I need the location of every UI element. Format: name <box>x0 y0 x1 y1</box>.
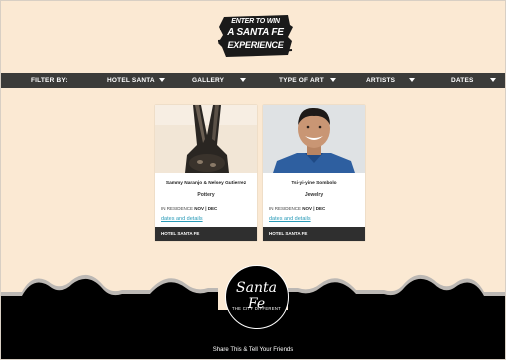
art-category: Jewelry <box>304 192 324 198</box>
logo-tagline: THE CITY DIFFERENT <box>231 306 282 311</box>
residence-dates: NOV | DEC <box>302 206 326 211</box>
promo-line-1: ENTER TO WIN <box>231 18 280 25</box>
filter-gallery-dropdown[interactable]: GALLERY <box>192 73 247 88</box>
filter-hotel-label: HOTEL SANTA <box>107 77 155 84</box>
filter-by-label: FILTER BY: <box>31 77 68 84</box>
portrait-image-icon <box>263 105 365 173</box>
artist-photo-jewelry[interactable] <box>263 105 365 173</box>
promo-line-2: A SANTA FE <box>227 27 284 38</box>
promo-line-3: EXPERIENCE <box>227 40 284 50</box>
share-link[interactable]: Share This & Tell Your Friends <box>0 347 506 353</box>
filter-hotel-dropdown[interactable]: HOTEL SANTA <box>107 73 165 88</box>
artist-card[interactable]: Tsi-yi-yine Sombolo Jewelry IN RESIDENCE… <box>263 105 365 241</box>
artist-name: Tsi-yi-yine Sombolo <box>291 181 337 186</box>
dates-details-link[interactable]: dates and details <box>269 216 311 222</box>
caret-down-icon <box>409 78 416 83</box>
residence-info: IN RESIDENCE NOV | DEC <box>269 206 325 211</box>
artist-photo-pottery[interactable] <box>155 105 257 173</box>
residence-dates: NOV | DEC <box>194 206 218 211</box>
caret-down-icon <box>158 78 165 83</box>
filter-type-of-art-label: TYPE OF ART <box>279 77 324 84</box>
filter-bar: FILTER BY: HOTEL SANTA GALLERY TYPE OF A… <box>0 73 506 88</box>
caret-down-icon <box>489 78 496 83</box>
caret-down-icon <box>240 78 247 83</box>
art-category: Pottery <box>197 192 215 198</box>
filter-dates-label: DATES <box>451 77 474 84</box>
venue-label: HOTEL SANTA FE <box>155 227 257 241</box>
artist-card[interactable]: Sammy Naranjo & Nelsey Gutierrez Pottery… <box>155 105 257 241</box>
residence-info: IN RESIDENCE NOV | DEC <box>161 206 217 211</box>
filter-type-of-art-dropdown[interactable]: TYPE OF ART <box>279 73 336 88</box>
caret-down-icon <box>329 78 336 83</box>
pottery-image-icon <box>155 105 257 173</box>
residence-label: IN RESIDENCE <box>161 206 194 211</box>
filter-dates-dropdown[interactable]: DATES <box>451 73 496 88</box>
promo-logo[interactable]: ENTER TO WIN A SANTA FE EXPERIENCE <box>218 15 293 57</box>
artist-name: Sammy Naranjo & Nelsey Gutierrez <box>165 181 247 186</box>
dates-details-link[interactable]: dates and details <box>161 216 203 222</box>
filter-gallery-label: GALLERY <box>192 77 225 84</box>
filter-artists-dropdown[interactable]: ARTISTS <box>366 73 416 88</box>
residence-label: IN RESIDENCE <box>269 206 302 211</box>
filter-artists-label: ARTISTS <box>366 77 396 84</box>
venue-label: HOTEL SANTA FE <box>263 227 365 241</box>
santa-fe-logo[interactable]: Santa Fe THE CITY DIFFERENT <box>225 265 289 329</box>
